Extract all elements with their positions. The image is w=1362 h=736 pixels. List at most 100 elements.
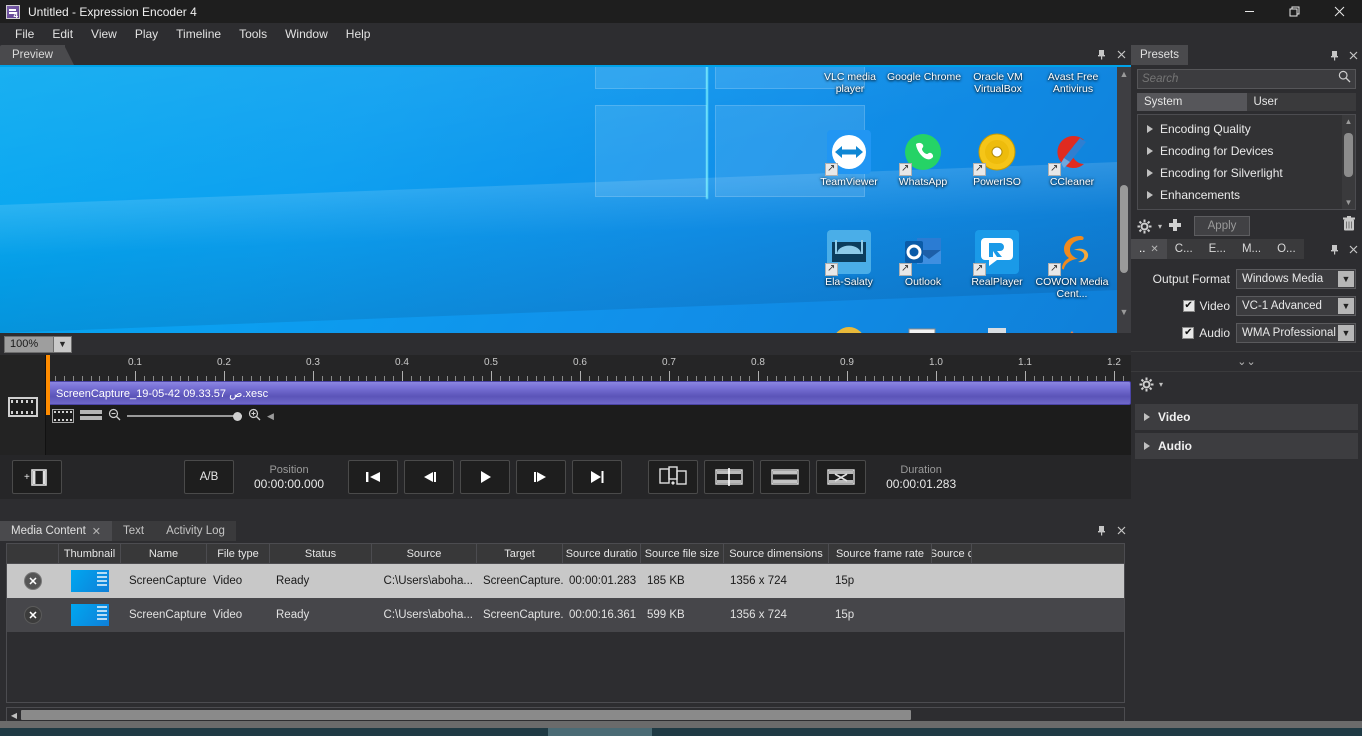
desktop-icon-vlc[interactable]: VLC media player [812, 69, 888, 95]
menu-view[interactable]: View [82, 24, 126, 44]
column-header[interactable]: Target [477, 544, 563, 563]
remove-item-button[interactable]: ✕ [24, 572, 42, 590]
scroll-down-arrow-icon[interactable]: ▼ [1342, 196, 1355, 209]
zoom-in-icon[interactable] [248, 408, 261, 424]
add-clip-left-button[interactable]: + [12, 460, 62, 494]
menu-window[interactable]: Window [276, 24, 337, 44]
search-icon[interactable] [1338, 70, 1351, 88]
tree-item-enhancements[interactable]: Enhancements [1138, 184, 1355, 206]
playhead[interactable] [46, 355, 50, 415]
output-format-dropdown[interactable]: Windows Media ▼ [1236, 269, 1356, 289]
tab-media-content[interactable]: Media Content ✕ [0, 521, 113, 541]
next-frame-button[interactable] [516, 460, 567, 494]
zoom-level-dropdown[interactable]: 100% ▼ [4, 335, 72, 353]
video-checkbox[interactable]: ✔ [1182, 300, 1195, 312]
chevron-down-icon[interactable]: ▼ [1338, 271, 1354, 287]
desktop-icon-row4-2[interactable] [886, 325, 960, 333]
tab-presets[interactable]: Presets [1131, 45, 1188, 65]
scrollbar-thumb[interactable] [21, 710, 911, 720]
desktop-icon-virtualbox[interactable]: Oracle VM VirtualBox [960, 69, 1036, 95]
tab-output-extra[interactable]: O... [1269, 239, 1304, 259]
column-header[interactable]: Source duratio [563, 544, 641, 563]
scroll-up-arrow-icon[interactable]: ▲ [1342, 115, 1355, 128]
preview-surface[interactable]: VLC media player Google Chrome Oracle VM… [0, 67, 1131, 333]
desktop-icon-ela-salaty[interactable]: Ela-Salaty [812, 230, 886, 288]
tab-text[interactable]: Text [112, 521, 156, 541]
desktop-icon-row4-3[interactable] [960, 325, 1034, 333]
zoom-out-icon[interactable] [108, 408, 121, 424]
ab-compare-button[interactable]: A/B [184, 460, 234, 494]
desktop-icon-cowon[interactable]: COWON Media Cent... [1035, 230, 1109, 300]
column-header[interactable]: Source c [932, 544, 972, 563]
desktop-icon-avast[interactable]: Avast Free Antivirus [1035, 69, 1111, 95]
desktop-icon-row4-1[interactable] [812, 325, 886, 333]
column-header[interactable]: Source file size [641, 544, 724, 563]
bars-view-icon[interactable] [80, 410, 102, 422]
timeline-tracks[interactable]: 0.1 0.2 0.3 0.4 0.5 0.6 0.7 0.8 0.9 1.0 1.1 1.2 Scr… [46, 355, 1131, 455]
pin-icon[interactable] [1096, 47, 1107, 65]
column-header[interactable]: File type [207, 544, 270, 563]
menu-timeline[interactable]: Timeline [167, 24, 230, 44]
plus-icon[interactable] [1168, 218, 1182, 235]
gear-icon[interactable] [1137, 219, 1152, 234]
scroll-left-arrow-icon[interactable]: ◀ [267, 411, 274, 422]
filmstrip-view-icon[interactable] [52, 409, 74, 423]
slider-knob[interactable] [233, 411, 242, 421]
go-to-end-button[interactable] [572, 460, 623, 494]
tab-output[interactable]: .. ✕ [1131, 239, 1167, 259]
trash-icon[interactable] [1342, 216, 1356, 236]
tab-activity-log[interactable]: Activity Log [155, 521, 236, 541]
tab-metadata[interactable]: M... [1233, 239, 1270, 259]
column-header[interactable]: Thumbnail [59, 544, 121, 563]
chevron-down-icon[interactable]: ▼ [1338, 325, 1354, 341]
scrollbar-thumb[interactable] [1120, 185, 1128, 273]
scroll-left-arrow-icon[interactable]: ◀ [7, 711, 21, 720]
desktop-icon-realplayer[interactable]: RealPlayer [960, 230, 1034, 288]
presets-search[interactable] [1137, 69, 1356, 89]
desktop-icon-row4-4[interactable] [1035, 325, 1109, 333]
pin-icon[interactable] [1329, 48, 1340, 66]
menu-tools[interactable]: Tools [230, 24, 276, 44]
close-icon[interactable]: ✕ [92, 525, 101, 538]
timeline-clip[interactable]: ScreenCapture_19-05-42 09.33.57 ص.xesc [46, 381, 1131, 405]
audio-checkbox[interactable]: ✔ [1182, 327, 1195, 339]
segment-system[interactable]: System [1137, 93, 1247, 111]
close-button[interactable] [1317, 0, 1362, 23]
column-header[interactable]: Status [270, 544, 372, 563]
column-header[interactable]: Source dimensions [724, 544, 829, 563]
desktop-icon-teamviewer[interactable]: TeamViewer [812, 130, 886, 188]
audio-codec-dropdown[interactable]: WMA Professional ▼ [1236, 323, 1356, 343]
desktop-icon-whatsapp[interactable]: WhatsApp [886, 130, 960, 188]
segment-user[interactable]: User [1246, 93, 1356, 111]
tree-item-encoding-for-devices[interactable]: Encoding for Devices [1138, 140, 1355, 162]
tab-enhance[interactable]: E... [1200, 239, 1234, 259]
chevron-down-icon[interactable]: ▼ [1338, 298, 1354, 314]
window-horizontal-scrollbar[interactable] [0, 721, 1362, 728]
section-audio[interactable]: Audio [1135, 433, 1358, 459]
table-row[interactable]: ✕ ScreenCapture... Video Ready C:\Users\aboh… [7, 598, 1124, 632]
scroll-up-arrow-icon[interactable]: ▲ [1117, 67, 1131, 81]
split-clip-button[interactable] [648, 460, 699, 494]
go-to-start-button[interactable] [348, 460, 399, 494]
section-video[interactable]: Video [1135, 404, 1358, 430]
chevron-down-icon[interactable]: ▾ [1159, 380, 1163, 389]
presets-tree-scrollbar[interactable]: ▲ ▼ [1342, 115, 1355, 209]
remove-item-button[interactable]: ✕ [24, 606, 42, 624]
minimize-button[interactable] [1227, 0, 1272, 23]
column-header[interactable]: Source [372, 544, 477, 563]
gear-icon[interactable] [1139, 377, 1154, 392]
close-icon[interactable]: ✕ [1150, 244, 1158, 255]
pin-icon[interactable] [1096, 523, 1107, 541]
tab-clip[interactable]: C... [1166, 239, 1201, 259]
set-marker-button[interactable] [704, 460, 755, 494]
close-icon[interactable] [1116, 47, 1127, 65]
close-icon[interactable] [1116, 523, 1127, 541]
maximize-button[interactable] [1272, 0, 1317, 23]
close-icon[interactable] [1348, 242, 1359, 260]
tree-item-encoding-quality[interactable]: Encoding Quality [1138, 118, 1355, 140]
desktop-icon-ccleaner[interactable]: CCleaner [1035, 130, 1109, 188]
play-button[interactable] [460, 460, 511, 494]
tree-item-encoding-for-silverlight[interactable]: Encoding for Silverlight [1138, 162, 1355, 184]
timeline-ruler[interactable]: 0.1 0.2 0.3 0.4 0.5 0.6 0.7 0.8 0.9 1.0 1.1 1.2 [46, 355, 1131, 381]
preview-vertical-scrollbar[interactable]: ▲ ▼ [1117, 67, 1131, 333]
